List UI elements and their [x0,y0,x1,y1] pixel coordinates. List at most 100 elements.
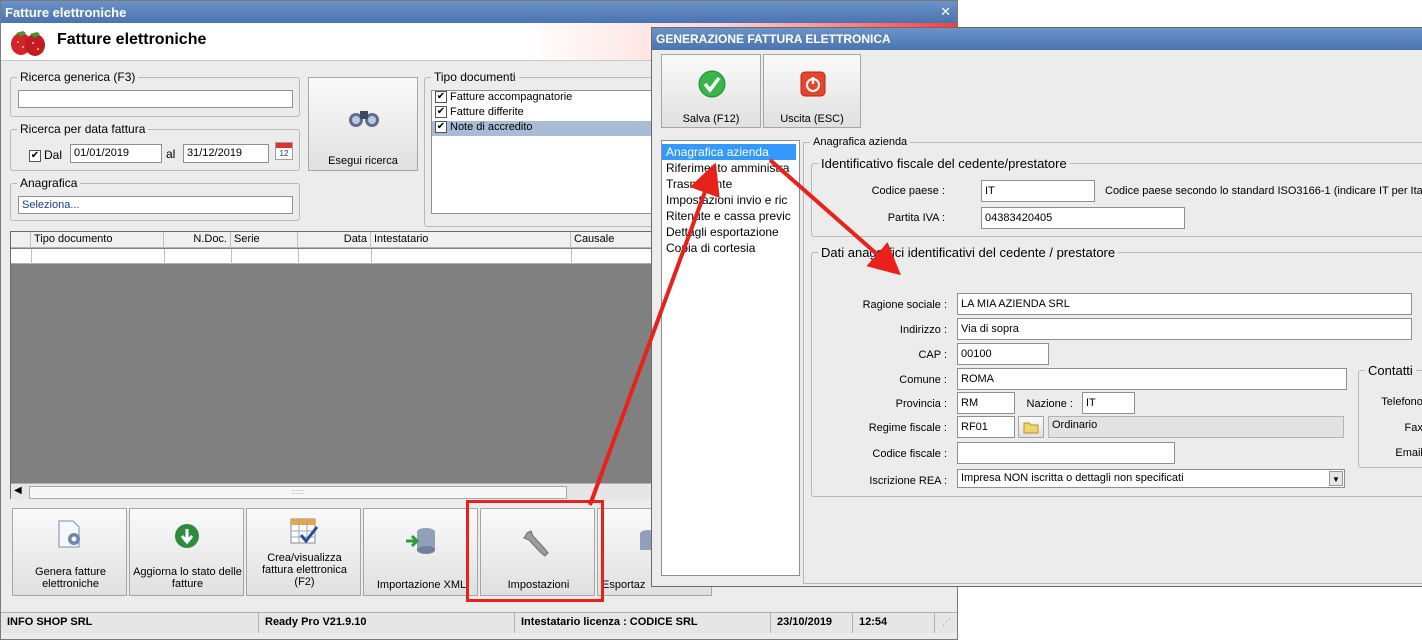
table-header: Tipo documento N.Doc. Serie Data Intesta… [11,232,661,248]
aggiorna-stato-label: Aggiorna lo stato delle fatture [133,566,242,590]
doc-type-item[interactable]: ✔ Fatture accompagnatorie [432,91,670,106]
ragione-sociale-input[interactable]: LA MIA AZIENDA SRL [957,293,1412,315]
regime-fiscale-label: Regime fiscale : [868,422,947,434]
main-window-title: Fatture elettroniche [5,5,127,20]
highlight-box-impostazioni [466,500,604,602]
iscrizione-rea-label: Iscrizione REA : [869,475,947,487]
crea-visualizza-label: Crea/visualizza fattura elettronica (F2) [262,552,347,588]
nav-item-riferimento-amministrazione[interactable]: Riferimento amministra [662,160,799,176]
contacts-group: Contatti Telefono : Fax : Email : [1358,363,1422,468]
generic-search-group: Ricerca generica (F3) [10,70,300,117]
spreadsheet-check-icon [290,518,319,544]
anagrafica-panel: Anagrafica azienda Identificativo fiscal… [803,136,1422,584]
column-header[interactable]: Intestatario [371,232,571,248]
regime-description: Ordinario [1048,416,1344,438]
horizontal-scrollbar[interactable]: ◀ ::::::: [11,483,661,499]
partita-iva-label: Partita IVA : [887,212,945,224]
codice-paese-input[interactable]: IT [981,180,1095,202]
doc-types-list: ✔ Fatture accompagnatorie ✔ Fatture differ… [431,90,671,214]
date-search-group: Ricerca per data fattura ✔ Dal 01/01/2019… [10,122,300,171]
nav-item-dettagli-esportazione[interactable]: Dettagli esportazione [662,224,799,240]
date-to-input[interactable]: 31/12/2019 [183,144,269,163]
scrollbar-thumb[interactable]: ::::::: [29,486,567,499]
cap-label: CAP : [918,349,947,361]
resize-grip-icon[interactable]: ⋰ [942,617,951,628]
doc-type-item[interactable]: ✔ Note di accredito [432,121,670,136]
doc-types-label: Tipo documenti [431,70,519,84]
provincia-label: Provincia : [895,398,947,410]
status-date: 23/10/2019 [771,613,853,633]
column-header[interactable]: Serie [231,232,298,248]
provincia-input[interactable]: RM [957,392,1015,414]
page-title: Fatture elettroniche [57,31,207,48]
anagrafica-data-group-label: Dati anagrafici identificativi del ceden… [818,245,1119,260]
close-icon[interactable]: ✕ [940,4,951,20]
regime-lookup-button[interactable] [1018,416,1044,438]
column-header[interactable]: Data [298,232,371,248]
aggiorna-stato-button[interactable]: Aggiorna lo stato delle fatture [129,508,244,596]
exit-button-label: Uscita (ESC) [780,113,844,125]
nav-item-copia-cortesia[interactable]: Copia di cortesia [662,240,799,256]
nav-item-ritenute-cassa[interactable]: Ritenute e cassa previc [662,208,799,224]
codice-paese-hint: Codice paese secondo lo standard ISO3166… [1105,185,1422,197]
partita-iva-input[interactable]: 04383420405 [981,207,1185,229]
status-license: Intestatario licenza : CODICE SRL [515,613,771,633]
strawberry-logo-icon [11,31,45,56]
checkmark-icon [698,70,726,98]
al-label: al [166,147,176,161]
status-company: INFO SHOP SRL [1,613,259,633]
codice-fiscale-label: Codice fiscale : [872,448,947,460]
status-bar: INFO SHOP SRL Ready Pro V21.9.10 Intesta… [1,612,957,633]
nav-item-impostazioni-invio[interactable]: Impostazioni invio e ric [662,192,799,208]
search-button-label: Esegui ricerca [328,155,398,167]
scroll-left-icon[interactable]: ◀ [14,485,22,496]
generic-search-input[interactable] [18,90,293,108]
iscrizione-rea-value: Impresa NON iscritta o dettagli non spec… [961,472,1184,484]
nav-item-trasmittente[interactable]: Trasmittente [662,176,799,192]
telefono-label: Telefono : [1381,396,1422,408]
save-button[interactable]: Salva (F12) [661,54,761,128]
checkbox-check-icon: ✔ [29,149,41,162]
settings-nav-list: Anagrafica azienda Riferimento amministr… [661,140,800,576]
exit-button[interactable]: Uscita (ESC) [763,54,861,128]
anagrafica-select[interactable]: Seleziona... [18,196,293,214]
folder-icon [1023,422,1039,434]
indirizzo-input[interactable]: Via di sopra [957,318,1412,340]
importazione-xml-button[interactable]: Importazione XML [363,508,478,596]
table-row[interactable] [11,249,661,264]
checkbox-check-icon: ✔ [435,91,447,104]
anagrafica-label: Anagrafica [17,176,81,190]
genera-fatture-button[interactable]: Genera fatture elettroniche [12,508,127,596]
dal-checkbox[interactable]: ✔ Dal [29,148,62,162]
dialog-window: GENERAZIONE FATTURA ELETTRONICA Salva (F… [651,27,1422,587]
invoice-table: Tipo documento N.Doc. Serie Data Intesta… [10,231,661,499]
iscrizione-rea-select[interactable]: Impresa NON iscritta o dettagli non spec… [957,469,1345,488]
main-window-titlebar: Fatture elettroniche ✕ [1,1,957,23]
cap-input[interactable]: 00100 [957,343,1049,365]
calendar-icon[interactable]: 12 [275,142,293,160]
binoculars-icon [349,111,379,127]
regime-fiscale-input[interactable]: RF01 [957,416,1015,438]
date-from-input[interactable]: 01/01/2019 [70,144,162,163]
chevron-down-icon[interactable]: ▼ [1329,471,1343,486]
contacts-group-label: Contatti [1365,363,1416,378]
comune-label: Comune : [899,374,947,386]
status-version: Ready Pro V21.9.10 [259,613,515,633]
anagrafica-data-group: Dati anagrafici identificativi del ceden… [811,245,1422,497]
column-header[interactable]: N.Doc. [164,232,231,248]
comune-input[interactable]: ROMA [957,368,1347,390]
dal-label: Dal [44,148,63,162]
column-header[interactable]: Causale [571,232,661,248]
column-header[interactable]: Tipo documento [31,232,164,248]
nav-item-anagrafica-azienda[interactable]: Anagrafica azienda [662,144,796,160]
doc-type-label: Fatture differite [450,106,524,118]
codice-fiscale-input[interactable] [957,442,1175,464]
nazione-input[interactable]: IT [1082,392,1135,414]
doc-type-label: Note di accredito [450,121,533,133]
crea-visualizza-button[interactable]: Crea/visualizza fattura elettronica (F2) [246,508,361,596]
search-button[interactable]: Esegui ricerca [308,77,418,171]
fiscal-id-group: Identificativo fiscale del cedente/prest… [811,156,1422,237]
dialog-title: GENERAZIONE FATTURA ELETTRONICA [656,32,891,46]
row-indicator [11,232,31,248]
doc-type-item[interactable]: ✔ Fatture differite [432,106,670,121]
